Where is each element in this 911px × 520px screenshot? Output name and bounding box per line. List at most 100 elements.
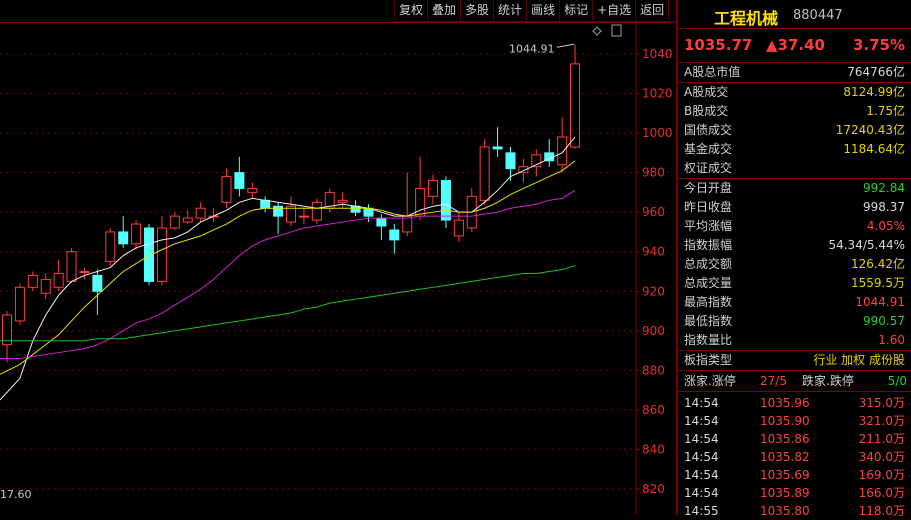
high-label: 1044.91 bbox=[509, 42, 555, 55]
candle-body-up bbox=[182, 217, 193, 223]
y-tick-label: 820 bbox=[642, 482, 665, 496]
down-count-label: 跌家.跌停 bbox=[802, 374, 854, 388]
toolbar-overlay-button[interactable]: 叠加 bbox=[427, 0, 462, 22]
price-change-pct: 3.75% bbox=[852, 36, 905, 54]
tick-time: 14:55 bbox=[684, 504, 719, 518]
candle-body-up bbox=[40, 278, 51, 294]
tick-volume: 118.0万 bbox=[858, 504, 905, 518]
kline-chart[interactable]: 1040 1020 1000 980 960 940 920 900 880 860 840 820 1… bbox=[0, 22, 676, 515]
tick-time: 14:54 bbox=[684, 414, 719, 428]
toolbar-stats-button[interactable]: 统计 bbox=[493, 0, 528, 22]
stat-row: 指数振幅 54.34/5.44% bbox=[678, 236, 911, 255]
stat-label: 最高指数 bbox=[684, 295, 733, 309]
candle-body-up bbox=[453, 219, 464, 237]
candle-body-up bbox=[221, 176, 232, 203]
stat-label: 平均涨幅 bbox=[684, 219, 733, 233]
tick-time: 14:54 bbox=[684, 468, 719, 482]
candle-body-up bbox=[105, 231, 116, 263]
y-tick-label: 980 bbox=[642, 166, 665, 180]
candle-body-up bbox=[428, 180, 439, 197]
y-tick-label: 860 bbox=[642, 403, 665, 417]
candle-body-down bbox=[505, 152, 516, 170]
turnover-label: 国债成交 bbox=[684, 123, 733, 137]
turnover-label: 权证成交 bbox=[684, 161, 733, 175]
ma60-line bbox=[0, 265, 576, 342]
y-tick-label: 1020 bbox=[642, 87, 673, 101]
turnover-row: 国债成交 17240.43亿 bbox=[678, 121, 911, 140]
high-pointer bbox=[556, 43, 575, 48]
up-count-label: 涨家.涨停 bbox=[684, 374, 736, 388]
candle-body-up bbox=[557, 136, 568, 166]
candle-body-up bbox=[311, 201, 322, 221]
candle-body-down bbox=[376, 217, 387, 227]
tick-volume: 169.0万 bbox=[858, 468, 905, 482]
tick-price: 1035.82 bbox=[760, 450, 810, 464]
market-cap-row: A股总市值 764766亿 bbox=[678, 63, 911, 83]
stat-row: 指数量比 1.60 bbox=[678, 331, 911, 350]
y-tick-label: 960 bbox=[642, 205, 665, 219]
turnover-row: A股成交 8124.99亿 bbox=[678, 83, 911, 102]
tick-volume: 315.0万 bbox=[858, 396, 905, 410]
stat-label: 昨日收盘 bbox=[684, 200, 733, 214]
up-count-value: 27/5 bbox=[760, 374, 787, 388]
tick-price: 1035.89 bbox=[760, 486, 810, 500]
candle-body-up bbox=[66, 251, 77, 282]
stat-value: 54.34/5.44% bbox=[828, 238, 905, 252]
stat-value: 990.57 bbox=[863, 314, 905, 328]
tick-time: 14:54 bbox=[684, 432, 719, 446]
current-price: 1035.77 bbox=[684, 36, 753, 54]
candle-body-up bbox=[337, 199, 348, 203]
candle-body-up bbox=[570, 63, 581, 148]
stat-label: 指数量比 bbox=[684, 333, 733, 347]
stat-value: 1559.5万 bbox=[851, 276, 905, 290]
toolbar-fuquan-button[interactable]: 复权 bbox=[394, 0, 429, 22]
turnover-section: A股成交 8124.99亿 B股成交 1.75亿 国债成交 17240.43亿 基金成… bbox=[678, 83, 911, 179]
kline-svg[interactable]: 1040 1020 1000 980 960 940 920 900 880 860 840 820 1… bbox=[0, 22, 676, 515]
turnover-row: 基金成交 1184.64亿 bbox=[678, 140, 911, 159]
tick-price: 1035.69 bbox=[760, 468, 810, 482]
tick-list[interactable]: 14:54 1035.96 315.0万 14:54 1035.90 321.0万 14:5… bbox=[678, 392, 911, 520]
turnover-value: 1184.64亿 bbox=[843, 142, 905, 156]
tick-price: 1035.86 bbox=[760, 432, 810, 446]
turnover-value: 1.75亿 bbox=[866, 104, 905, 118]
stat-value: 992.84 bbox=[863, 181, 905, 195]
chart-toolbar: 复权 叠加 多股 统计 画线 标记 +自选 返回 bbox=[394, 0, 670, 22]
stat-row: 总成交量 1559.5万 bbox=[678, 274, 911, 293]
candle-body-up bbox=[27, 274, 38, 288]
candle-body-down bbox=[440, 180, 451, 221]
candle-body-up bbox=[298, 215, 309, 218]
candle-body-up bbox=[195, 207, 206, 219]
tick-row: 14:54 1035.90 321.0万 bbox=[678, 412, 911, 430]
sector-type-value[interactable]: 行业 加权 成份股 bbox=[813, 351, 905, 370]
turnover-label: B股成交 bbox=[684, 104, 729, 118]
candle-body-down bbox=[234, 172, 245, 189]
stat-row: 总成交额 126.42亿 bbox=[678, 255, 911, 274]
price-change: ▲37.40 bbox=[766, 36, 825, 54]
price-bar: 1035.77 ▲37.40 3.75% bbox=[678, 29, 911, 63]
toolbar-draw-button[interactable]: 画线 bbox=[526, 0, 561, 22]
toolbar-mark-button[interactable]: 标记 bbox=[559, 0, 594, 22]
toolbar-back-button[interactable]: 返回 bbox=[635, 0, 670, 22]
y-tick-label: 920 bbox=[642, 284, 665, 298]
tick-row: 14:54 1035.69 169.0万 bbox=[678, 466, 911, 484]
toolbar-multi-stock-button[interactable]: 多股 bbox=[460, 0, 495, 22]
tick-row: 14:54 1035.89 166.0万 bbox=[678, 484, 911, 502]
turnover-label: A股成交 bbox=[684, 85, 729, 99]
tick-time: 14:54 bbox=[684, 450, 719, 464]
y-tick-label: 880 bbox=[642, 363, 665, 377]
stat-row: 平均涨幅 4.05% bbox=[678, 217, 911, 236]
index-code: 880447 bbox=[793, 8, 843, 23]
candle-body-up bbox=[169, 215, 180, 229]
index-header: 工程机械 880447 bbox=[678, 0, 911, 29]
sector-type-row: 板指类型 行业 加权 成份股 bbox=[678, 351, 911, 371]
toolbar-add-watchlist-button[interactable]: +自选 bbox=[592, 0, 637, 22]
tick-row: 14:54 1035.82 340.0万 bbox=[678, 448, 911, 466]
up-down-row: 涨家.涨停 27/5 跌家.跌停 5/0 bbox=[678, 371, 911, 392]
y-tick-label: 940 bbox=[642, 245, 665, 259]
stat-label: 总成交额 bbox=[684, 257, 733, 271]
bottom-left-label: 17.60 bbox=[0, 488, 32, 501]
panel-toggle-icon bbox=[611, 24, 622, 37]
stat-label: 总成交量 bbox=[684, 276, 733, 290]
y-tick-label: 840 bbox=[642, 442, 665, 456]
tick-row: 14:54 1035.86 211.0万 bbox=[678, 430, 911, 448]
